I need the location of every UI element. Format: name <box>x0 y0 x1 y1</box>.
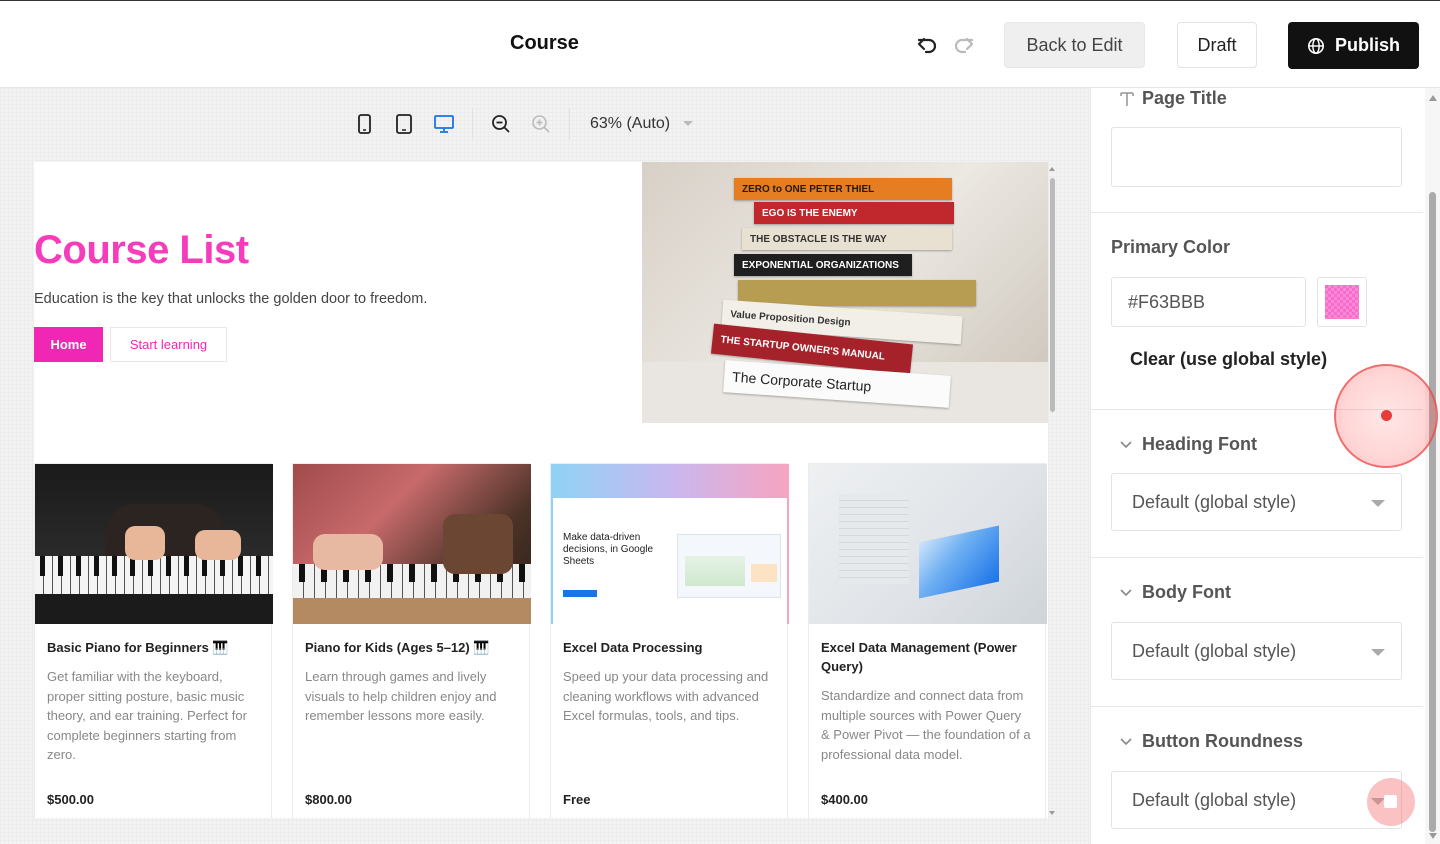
home-button[interactable]: Home <box>34 327 103 362</box>
toolbar-divider <box>569 109 570 139</box>
heading-font-label: Heading Font <box>1142 434 1257 454</box>
start-learning-button[interactable]: Start learning <box>110 327 227 362</box>
body-font-section: Body Font Default (global style) <box>1091 558 1423 707</box>
heading-font-select[interactable]: Default (global style) <box>1111 473 1402 531</box>
course-title[interactable]: Excel Data Management (Power Query) <box>821 638 1033 676</box>
zoom-in-icon[interactable] <box>527 110 555 138</box>
body-font-select[interactable]: Default (global style) <box>1111 622 1402 680</box>
course-image <box>293 464 531 624</box>
heading-font-value: Default (global style) <box>1132 491 1297 512</box>
page-title-section: Page Title <box>1091 88 1423 213</box>
body-font-label: Body Font <box>1142 582 1231 602</box>
draft-button[interactable]: Draft <box>1177 22 1257 68</box>
zoom-level[interactable]: 63% (Auto) <box>590 115 670 133</box>
chevron-down-icon[interactable] <box>1119 438 1133 452</box>
dropdown-caret-icon <box>1371 798 1385 805</box>
page-preview: Course List Education is the key that un… <box>34 162 1048 818</box>
button-roundness-select[interactable]: Default (global style) <box>1111 771 1402 829</box>
clear-color-link[interactable]: Clear (use global style) <box>1130 349 1327 370</box>
book-spine: EGO IS THE ENEMY <box>754 202 954 224</box>
panel-scrollbar-thumb[interactable] <box>1429 192 1436 832</box>
chevron-down-icon[interactable] <box>682 120 694 128</box>
toolbar-divider <box>472 109 473 139</box>
course-title[interactable]: Excel Data Processing <box>563 638 775 657</box>
primary-color-input[interactable]: #F63BBB <box>1111 277 1306 327</box>
back-to-edit-button[interactable]: Back to Edit <box>1004 22 1145 68</box>
course-card-list: Basic Piano for Beginners 🎹 Get familiar… <box>34 463 1048 818</box>
zoom-out-icon[interactable] <box>487 110 515 138</box>
course-image <box>35 464 273 624</box>
course-card[interactable]: Basic Piano for Beginners 🎹 Get familiar… <box>34 463 273 818</box>
button-roundness-value: Default (global style) <box>1132 789 1297 810</box>
page-title-input[interactable] <box>1111 127 1402 187</box>
course-title[interactable]: Basic Piano for Beginners 🎹 <box>47 638 259 657</box>
sheets-promo-text: Make data-driven decisions, in Google Sh… <box>563 532 654 567</box>
course-image <box>809 464 1047 624</box>
book-spine: EXPONENTIAL ORGANIZATIONS <box>734 254 912 276</box>
heading-font-section: Heading Font Default (global style) <box>1091 410 1423 558</box>
mobile-view-icon[interactable] <box>350 110 378 138</box>
page-title-label: Page Title <box>1142 88 1227 108</box>
body-font-value: Default (global style) <box>1132 640 1297 661</box>
color-swatch-button[interactable] <box>1317 277 1367 327</box>
chevron-down-icon[interactable] <box>1119 586 1133 600</box>
course-price: $500.00 <box>47 792 94 807</box>
hero-subtitle: Education is the key that unlocks the go… <box>34 291 428 307</box>
undo-icon[interactable] <box>913 31 941 59</box>
settings-panel: Page Title Primary Color #F63BBB Clear (… <box>1090 88 1440 844</box>
publish-label: Publish <box>1334 35 1400 55</box>
course-image: Make data-driven decisions, in Google Sh… <box>551 464 789 624</box>
course-description: Learn through games and lively visuals t… <box>305 669 497 723</box>
color-swatch <box>1325 285 1359 319</box>
publish-button[interactable]: Publish <box>1288 22 1419 69</box>
button-roundness-section: Button Roundness Default (global style) <box>1091 707 1423 844</box>
course-card[interactable]: Excel Data Management (Power Query) Stan… <box>808 463 1047 818</box>
view-toolbar: 63% (Auto) <box>350 104 694 144</box>
course-card[interactable]: Piano for Kids (Ages 5–12) 🎹 Learn throu… <box>292 463 531 818</box>
book-spine: THE OBSTACLE IS THE WAY <box>742 228 952 250</box>
hero-books-image: ZERO to ONE PETER THIEL EGO IS THE ENEMY… <box>642 162 1048 423</box>
course-card[interactable]: Make data-driven decisions, in Google Sh… <box>550 463 789 818</box>
top-bar: Course Back to Edit Draft Publish <box>0 0 1440 88</box>
course-title[interactable]: Piano for Kids (Ages 5–12) 🎹 <box>305 638 517 657</box>
course-description: Speed up your data processing and cleani… <box>563 669 769 723</box>
chevron-down-icon[interactable] <box>1119 735 1133 749</box>
course-price: $400.00 <box>821 792 868 807</box>
course-description: Get familiar with the keyboard, proper s… <box>47 669 247 762</box>
dropdown-caret-icon <box>1371 649 1385 656</box>
course-price: Free <box>563 792 591 807</box>
preview-scrollbar[interactable] <box>1048 166 1056 816</box>
globe-icon <box>1307 37 1324 54</box>
primary-color-label: Primary Color <box>1111 237 1231 257</box>
book-spine: ZERO to ONE PETER THIEL <box>734 178 952 200</box>
desktop-view-icon[interactable] <box>430 110 458 138</box>
text-icon <box>1120 92 1134 106</box>
preview-scrollbar-thumb[interactable] <box>1050 178 1055 412</box>
page-title: Course <box>510 32 579 54</box>
panel-scrollbar[interactable] <box>1425 88 1440 844</box>
redo-icon[interactable] <box>950 31 978 59</box>
button-roundness-label: Button Roundness <box>1142 731 1303 751</box>
tablet-view-icon[interactable] <box>390 110 418 138</box>
canvas-area: 63% (Auto) Course List Education is the … <box>0 88 1090 844</box>
course-price: $800.00 <box>305 792 352 807</box>
book-spine <box>738 280 976 306</box>
hero-title: Course List <box>34 228 249 272</box>
dropdown-caret-icon <box>1371 500 1385 507</box>
primary-color-section: Primary Color #F63BBB Clear (use global … <box>1091 213 1423 410</box>
course-description: Standardize and connect data from multip… <box>821 688 1031 762</box>
